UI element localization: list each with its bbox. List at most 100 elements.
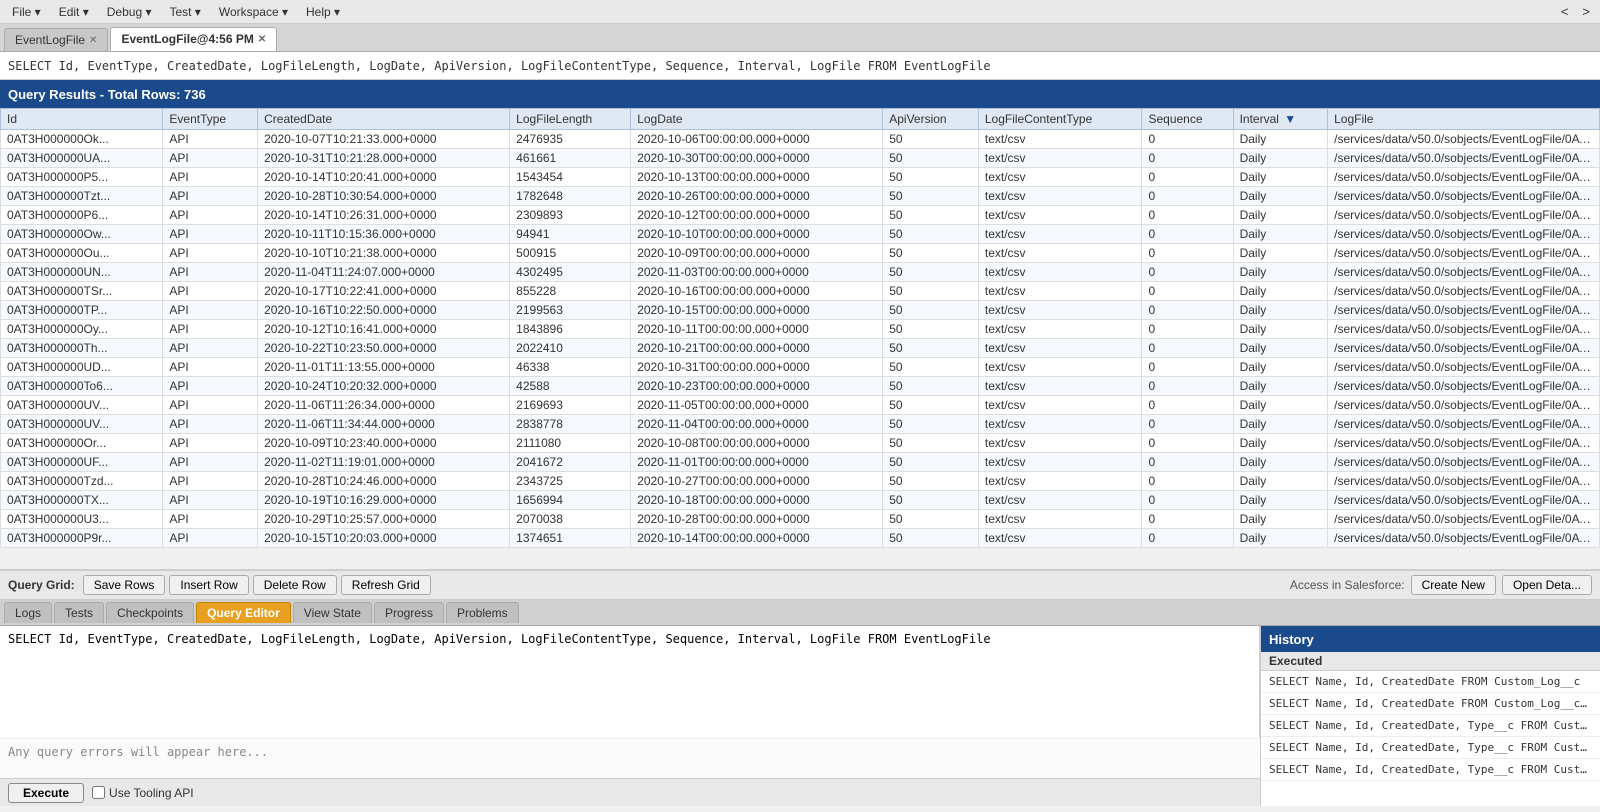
- table-cell: API: [163, 263, 258, 282]
- table-cell: 50: [883, 396, 979, 415]
- table-cell: 50: [883, 377, 979, 396]
- table-row[interactable]: 0AT3H000000UA...API2020-10-31T10:21:28.0…: [1, 149, 1600, 168]
- table-row[interactable]: 0AT3H000000UF...API2020-11-02T11:19:01.0…: [1, 453, 1600, 472]
- table-cell: 2020-10-18T00:00:00.000+0000: [631, 491, 883, 510]
- table-row[interactable]: 0AT3H000000Ou...API2020-10-10T10:21:38.0…: [1, 244, 1600, 263]
- table-cell: 2199563: [510, 301, 631, 320]
- table-row[interactable]: 0AT3H000000TX...API2020-10-19T10:16:29.0…: [1, 491, 1600, 510]
- tab-eventlogfile-close[interactable]: ✕: [89, 35, 97, 46]
- tab-logs[interactable]: Logs: [4, 602, 52, 623]
- table-cell: API: [163, 301, 258, 320]
- menu-file[interactable]: File ▾: [4, 3, 49, 21]
- tooling-api-checkbox[interactable]: [92, 786, 105, 799]
- table-cell: API: [163, 358, 258, 377]
- tab-progress[interactable]: Progress: [374, 602, 444, 623]
- col-id[interactable]: Id: [1, 109, 163, 130]
- table-cell: /services/data/v50.0/sobjects/EventLogFi…: [1328, 510, 1600, 529]
- history-item[interactable]: SELECT Name, Id, CreatedDate FROM Custom…: [1261, 693, 1600, 715]
- sort-indicator: ▼: [1284, 112, 1296, 126]
- tab-checkpoints[interactable]: Checkpoints: [106, 602, 194, 623]
- col-interval[interactable]: Interval ▼: [1233, 109, 1328, 130]
- grid-container[interactable]: Id EventType CreatedDate LogFileLength L…: [0, 108, 1600, 570]
- table-cell: 0AT3H000000UN...: [1, 263, 163, 282]
- history-item[interactable]: SELECT Name, Id, CreatedDate, Type__c FR…: [1261, 759, 1600, 781]
- table-row[interactable]: 0AT3H000000Th...API2020-10-22T10:23:50.0…: [1, 339, 1600, 358]
- table-row[interactable]: 0AT3H000000TSr...API2020-10-17T10:22:41.…: [1, 282, 1600, 301]
- table-cell: 0: [1142, 529, 1233, 548]
- tab-eventlogfile[interactable]: EventLogFile ✕: [4, 28, 108, 51]
- table-row[interactable]: 0AT3H000000P6...API2020-10-14T10:26:31.0…: [1, 206, 1600, 225]
- table-cell: Daily: [1233, 358, 1328, 377]
- history-item[interactable]: SELECT Name, Id, CreatedDate FROM Custom…: [1261, 671, 1600, 693]
- tooling-api-label[interactable]: Use Tooling API: [92, 786, 194, 800]
- menu-debug[interactable]: Debug ▾: [99, 3, 160, 21]
- history-item[interactable]: SELECT Name, Id, CreatedDate, Type__c FR…: [1261, 715, 1600, 737]
- table-cell: 50: [883, 529, 979, 548]
- table-cell: 50: [883, 320, 979, 339]
- table-cell: 50: [883, 453, 979, 472]
- col-logdate[interactable]: LogDate: [631, 109, 883, 130]
- save-rows-button[interactable]: Save Rows: [83, 575, 166, 595]
- tab-eventlogfile-time-close[interactable]: ✕: [258, 34, 266, 45]
- nav-next[interactable]: >: [1576, 2, 1596, 21]
- nav-prev[interactable]: <: [1555, 2, 1575, 21]
- refresh-grid-button[interactable]: Refresh Grid: [341, 575, 431, 595]
- query-input[interactable]: SELECT Id, EventType, CreatedDate, LogFi…: [0, 626, 1260, 738]
- table-row[interactable]: 0AT3H000000UD...API2020-11-01T11:13:55.0…: [1, 358, 1600, 377]
- table-row[interactable]: 0AT3H000000Ow...API2020-10-11T10:15:36.0…: [1, 225, 1600, 244]
- table-cell: 0AT3H000000P5...: [1, 168, 163, 187]
- grid-area: Query Results - Total Rows: 736 Id Event…: [0, 80, 1600, 600]
- tab-problems[interactable]: Problems: [446, 602, 519, 623]
- table-row[interactable]: 0AT3H000000Or...API2020-10-09T10:23:40.0…: [1, 434, 1600, 453]
- table-row[interactable]: 0AT3H000000Ok...API2020-10-07T10:21:33.0…: [1, 130, 1600, 149]
- create-new-button[interactable]: Create New: [1411, 575, 1496, 595]
- table-cell: 50: [883, 358, 979, 377]
- table-row[interactable]: 0AT3H000000Tzt...API2020-10-28T10:30:54.…: [1, 187, 1600, 206]
- col-apiversion[interactable]: ApiVersion: [883, 109, 979, 130]
- history-item[interactable]: SELECT Name, Id, CreatedDate, Type__c FR…: [1261, 737, 1600, 759]
- table-cell: 0AT3H000000Th...: [1, 339, 163, 358]
- table-row[interactable]: 0AT3H000000P9r...API2020-10-15T10:20:03.…: [1, 529, 1600, 548]
- menu-edit[interactable]: Edit ▾: [51, 3, 97, 21]
- delete-row-button[interactable]: Delete Row: [253, 575, 337, 595]
- history-header: History: [1261, 626, 1600, 652]
- tab-query-editor[interactable]: Query Editor: [196, 602, 291, 623]
- open-detail-button[interactable]: Open Deta...: [1502, 575, 1592, 595]
- table-row[interactable]: 0AT3H000000UV...API2020-11-06T11:34:44.0…: [1, 415, 1600, 434]
- table-cell: text/csv: [978, 358, 1142, 377]
- table-cell: Daily: [1233, 130, 1328, 149]
- results-header: Query Results - Total Rows: 736: [0, 80, 1600, 108]
- table-cell: 2020-10-21T00:00:00.000+0000: [631, 339, 883, 358]
- tab-view-state[interactable]: View State: [293, 602, 372, 623]
- table-row[interactable]: 0AT3H000000UN...API2020-11-04T11:24:07.0…: [1, 263, 1600, 282]
- tab-tests[interactable]: Tests: [54, 602, 104, 623]
- col-createddate[interactable]: CreatedDate: [258, 109, 510, 130]
- table-cell: 2020-10-09T10:23:40.000+0000: [258, 434, 510, 453]
- table-cell: 50: [883, 206, 979, 225]
- table-cell: 2020-10-23T00:00:00.000+0000: [631, 377, 883, 396]
- table-cell: text/csv: [978, 263, 1142, 282]
- col-eventtype[interactable]: EventType: [163, 109, 258, 130]
- table-cell: 0AT3H000000U3...: [1, 510, 163, 529]
- table-cell: text/csv: [978, 510, 1142, 529]
- menu-test[interactable]: Test ▾: [161, 3, 208, 21]
- menu-help[interactable]: Help ▾: [298, 3, 348, 21]
- table-cell: Daily: [1233, 453, 1328, 472]
- col-logfilelength[interactable]: LogFileLength: [510, 109, 631, 130]
- table-cell: text/csv: [978, 453, 1142, 472]
- table-row[interactable]: 0AT3H000000Tzd...API2020-10-28T10:24:46.…: [1, 472, 1600, 491]
- table-row[interactable]: 0AT3H000000Oy...API2020-10-12T10:16:41.0…: [1, 320, 1600, 339]
- col-sequence[interactable]: Sequence: [1142, 109, 1233, 130]
- col-logfilecontenttype[interactable]: LogFileContentType: [978, 109, 1142, 130]
- col-logfile[interactable]: LogFile: [1328, 109, 1600, 130]
- table-row[interactable]: 0AT3H000000P5...API2020-10-14T10:20:41.0…: [1, 168, 1600, 187]
- tab-eventlogfile-time[interactable]: EventLogFile@4:56 PM ✕: [110, 27, 277, 51]
- table-row[interactable]: 0AT3H000000TP...API2020-10-16T10:22:50.0…: [1, 301, 1600, 320]
- table-cell: 2020-10-12T00:00:00.000+0000: [631, 206, 883, 225]
- insert-row-button[interactable]: Insert Row: [169, 575, 248, 595]
- table-row[interactable]: 0AT3H000000U3...API2020-10-29T10:25:57.0…: [1, 510, 1600, 529]
- execute-button[interactable]: Execute: [8, 783, 84, 803]
- table-row[interactable]: 0AT3H000000To6...API2020-10-24T10:20:32.…: [1, 377, 1600, 396]
- table-row[interactable]: 0AT3H000000UV...API2020-11-06T11:26:34.0…: [1, 396, 1600, 415]
- menu-workspace[interactable]: Workspace ▾: [211, 3, 296, 21]
